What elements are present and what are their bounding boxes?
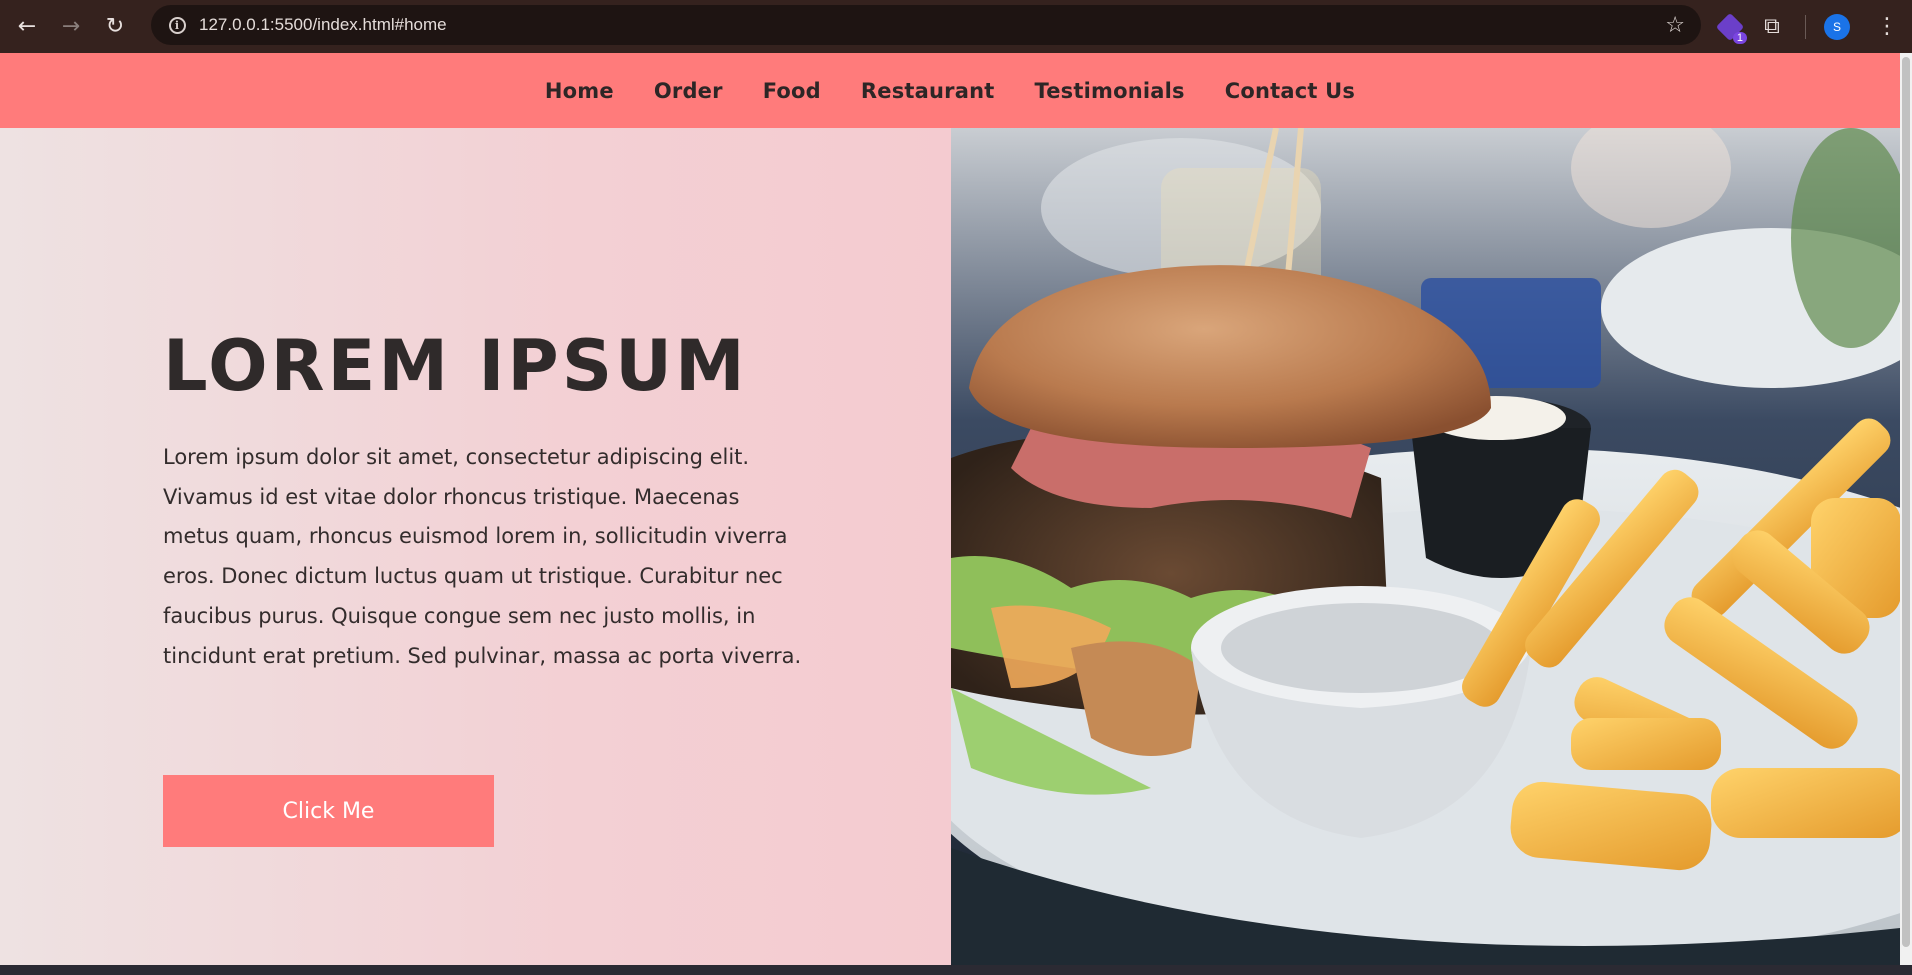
nav-link-food[interactable]: Food [763, 79, 821, 103]
extension-icon[interactable]: 1 [1715, 12, 1747, 44]
forward-icon[interactable]: → [49, 5, 93, 49]
site-navbar: Home Order Food Restaurant Testimonials … [0, 53, 1900, 128]
url-path: :5500/index.html#home [269, 15, 447, 34]
burger-photo [951, 128, 1900, 965]
nav-link-home[interactable]: Home [545, 79, 614, 103]
bookmark-star-icon[interactable]: ☆ [1665, 13, 1685, 38]
address-url[interactable]: 127.0.0.1:5500/index.html#home [199, 15, 447, 35]
hero-title: LOREM IPSUM [163, 325, 748, 407]
extensions-puzzle-icon[interactable]: ⧉ [1757, 12, 1787, 42]
scrollbar-thumb[interactable] [1902, 57, 1910, 947]
page-scrollbar[interactable] [1900, 53, 1912, 965]
hero-paragraph: Lorem ipsum dolor sit amet, consectetur … [163, 445, 802, 668]
url-host: 127.0.0.1 [199, 15, 270, 34]
page-viewport: Home Order Food Restaurant Testimonials … [0, 53, 1900, 965]
back-icon[interactable]: ← [5, 5, 49, 49]
extension-badge: 1 [1732, 31, 1747, 44]
nav-link-order[interactable]: Order [654, 79, 723, 103]
profile-avatar[interactable]: S [1824, 13, 1850, 40]
site-info-icon[interactable]: i [157, 5, 197, 45]
browser-toolbar: ← → ↻ i 127.0.0.1:5500/index.html#home ☆… [0, 0, 1912, 53]
hero-section: LOREM IPSUM Lorem ipsum dolor sit amet, … [0, 128, 1900, 965]
toolbar-divider [1805, 14, 1806, 39]
nav-link-contact[interactable]: Contact Us [1225, 79, 1355, 103]
browser-menu-icon[interactable]: ⋮ [1876, 14, 1898, 39]
address-bar[interactable]: i 127.0.0.1:5500/index.html#home ☆ [151, 5, 1701, 45]
bottom-bar [0, 965, 1912, 975]
reload-icon[interactable]: ↻ [93, 5, 137, 49]
nav-link-restaurant[interactable]: Restaurant [861, 79, 995, 103]
hero-text-panel: LOREM IPSUM Lorem ipsum dolor sit amet, … [0, 128, 951, 965]
hero-burger-image [951, 128, 1900, 965]
click-me-button[interactable]: Click Me [163, 775, 494, 847]
nav-link-testimonials[interactable]: Testimonials [1034, 79, 1184, 103]
